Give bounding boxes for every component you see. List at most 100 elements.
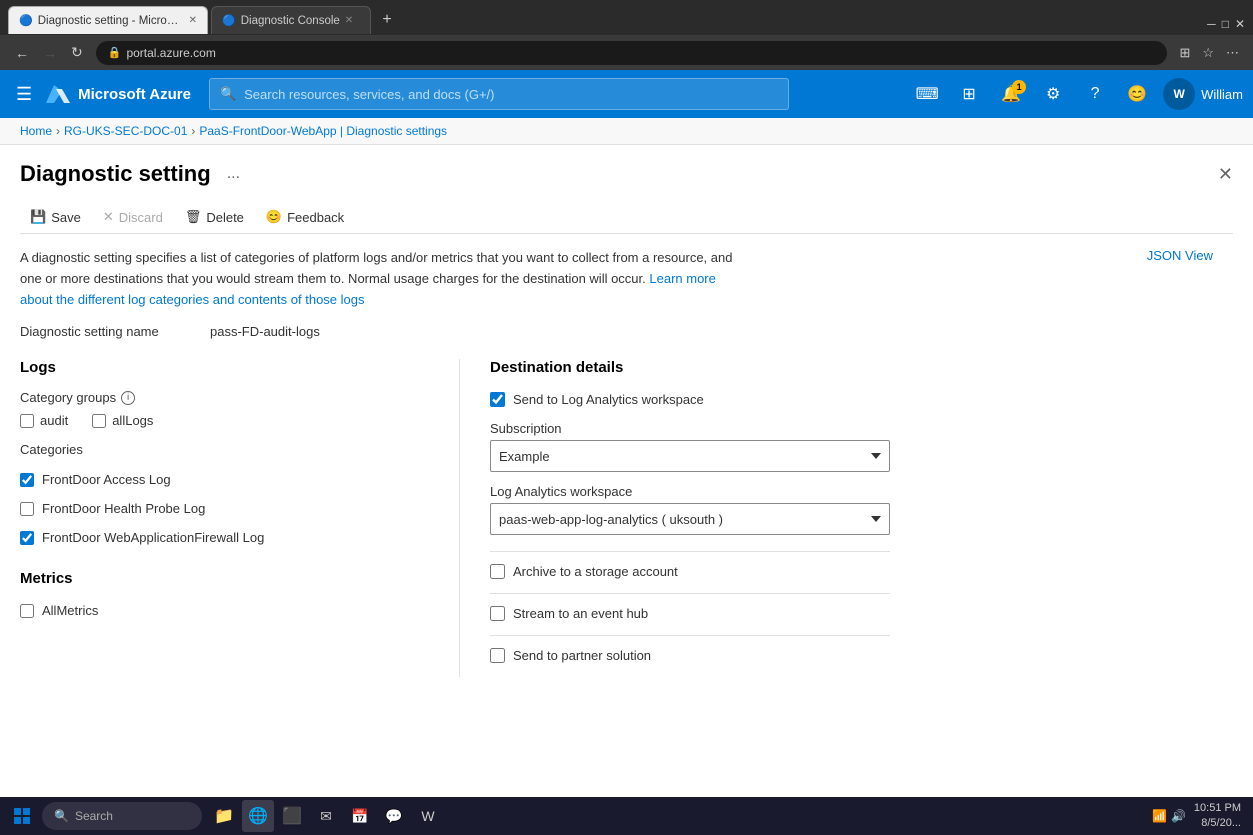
json-view-link[interactable]: JSON View (1147, 248, 1213, 263)
save-button[interactable]: 💾 Save (20, 205, 91, 229)
volume-icon[interactable]: 🔊 (1171, 809, 1186, 823)
dest-event-hub[interactable]: Stream to an event hub (490, 606, 1233, 621)
checkbox-storage[interactable] (490, 564, 505, 579)
checkbox-event-hub[interactable] (490, 606, 505, 621)
categories-section: Categories FrontDoor Access Log FrontDoo… (20, 442, 439, 552)
azure-logo-icon (46, 85, 70, 103)
user-profile[interactable]: W William (1163, 78, 1243, 110)
workspace-label: Log Analytics workspace (490, 484, 890, 499)
tab-diagnostic-console[interactable]: 🔵 Diagnostic Console ✕ (211, 6, 371, 34)
category-frontdoor-health[interactable]: FrontDoor Health Probe Log (20, 494, 439, 523)
setting-name-label: Diagnostic setting name (20, 324, 190, 339)
dest-storage[interactable]: Archive to a storage account (490, 564, 1233, 579)
workspace-select[interactable]: paas-web-app-log-analytics ( uksouth ) (490, 503, 890, 535)
clock[interactable]: 10:51 PM 8/5/20... (1194, 801, 1241, 832)
delete-button[interactable]: 🗑 Delete (175, 205, 254, 229)
taskbar-teams[interactable]: 💬 (378, 800, 410, 832)
dest-divider-1 (490, 551, 890, 552)
close-button[interactable]: ✕ (1235, 17, 1245, 31)
feedback-nav-button[interactable]: 😊 (1117, 74, 1157, 114)
tab-favicon: 🔵 (19, 14, 33, 27)
taskbar-word[interactable]: W (412, 800, 444, 832)
subscription-select[interactable]: Example (490, 440, 890, 472)
taskbar-right: 📶 🔊 10:51 PM 8/5/20... (1152, 801, 1249, 832)
hamburger-menu[interactable]: ☰ (10, 80, 38, 109)
browser-settings[interactable]: ⋯ (1222, 43, 1243, 63)
breadcrumb-home[interactable]: Home (20, 124, 52, 138)
taskbar-terminal[interactable]: ⬛ (276, 800, 308, 832)
start-button[interactable] (4, 798, 40, 834)
taskbar-explorer[interactable]: 📁 (208, 800, 240, 832)
checkbox-frontdoor-health[interactable] (20, 502, 34, 516)
taskbar-search-bar[interactable]: 🔍 Search (42, 802, 202, 830)
breadcrumb-rg[interactable]: RG-UKS-SEC-DOC-01 (64, 124, 187, 138)
lock-icon: 🔒 (108, 46, 122, 59)
metrics-title: Metrics (20, 570, 439, 587)
setting-name-row: Diagnostic setting name pass-FD-audit-lo… (20, 324, 1233, 339)
forward-button[interactable]: → (38, 42, 62, 63)
new-tab-button[interactable]: + (374, 7, 400, 33)
category-frontdoor-access[interactable]: FrontDoor Access Log (20, 465, 439, 494)
user-name: William (1201, 87, 1243, 102)
tab-close-icon-2[interactable]: ✕ (345, 15, 353, 26)
category-groups-info-icon[interactable]: i (121, 391, 135, 405)
tab-diagnostic-setting[interactable]: 🔵 Diagnostic setting - Microso... ✕ (8, 6, 208, 34)
notifications-wrapper: 🔔 1 (991, 74, 1031, 114)
notifications-button[interactable]: 🔔 (991, 74, 1031, 114)
checkbox-alllogs[interactable]: allLogs (92, 413, 153, 428)
favorites-button[interactable]: ☆ (1198, 43, 1218, 63)
checkbox-log-analytics[interactable] (490, 392, 505, 407)
notification-badge: 1 (1012, 80, 1026, 94)
setting-name-value: pass-FD-audit-logs (210, 324, 320, 339)
reload-button[interactable]: ↻ (66, 42, 88, 63)
metric-allmetrics[interactable]: AllMetrics (20, 597, 439, 624)
back-button[interactable]: ← (10, 42, 34, 63)
help-button[interactable]: ? (1075, 74, 1115, 114)
category-groups-label: Category groups (20, 390, 116, 405)
checkbox-frontdoor-access[interactable] (20, 473, 34, 487)
date-display: 8/5/20... (1194, 816, 1241, 831)
extensions-button[interactable]: ⊞ (1175, 43, 1194, 63)
dest-divider-3 (490, 635, 890, 636)
tab-close-icon[interactable]: ✕ (189, 15, 197, 26)
minimize-button[interactable]: ─ (1207, 17, 1216, 31)
taskbar-calendar[interactable]: 📅 (344, 800, 376, 832)
more-options-button[interactable]: ... (221, 163, 246, 185)
checkbox-audit[interactable]: audit (20, 413, 68, 428)
tab-favicon-2: 🔵 (222, 14, 236, 27)
category-frontdoor-waf[interactable]: FrontDoor WebApplicationFirewall Log (20, 523, 439, 552)
checkbox-partner[interactable] (490, 648, 505, 663)
settings-button[interactable]: ⚙ (1033, 74, 1073, 114)
taskbar-search-icon: 🔍 (54, 809, 69, 823)
checkbox-alllogs-input[interactable] (92, 414, 106, 428)
checkbox-frontdoor-waf[interactable] (20, 531, 34, 545)
taskbar-mail[interactable]: ✉ (310, 800, 342, 832)
taskbar-apps: 📁 🌐 ⬛ ✉ 📅 💬 W (208, 800, 444, 832)
dest-log-analytics[interactable]: Send to Log Analytics workspace (490, 392, 1233, 407)
windows-icon (14, 808, 30, 824)
search-bar[interactable]: 🔍 Search resources, services, and docs (… (209, 78, 789, 110)
discard-button[interactable]: ✕ Discard (93, 205, 173, 229)
logs-section-title: Logs (20, 359, 439, 376)
dest-partner[interactable]: Send to partner solution (490, 648, 1233, 663)
category-groups-section: Category groups i audit allLogs (20, 390, 439, 428)
checkbox-allmetrics[interactable] (20, 604, 34, 618)
info-text: A diagnostic setting specifies a list of… (20, 248, 740, 310)
feedback-button[interactable]: 😊 Feedback (256, 205, 354, 229)
maximize-button[interactable]: □ (1222, 17, 1229, 31)
network-icon[interactable]: 📶 (1152, 809, 1167, 823)
azure-brand-text: Microsoft Azure (78, 86, 191, 103)
taskbar-edge[interactable]: 🌐 (242, 800, 274, 832)
destination-title: Destination details (490, 359, 1233, 376)
save-icon: 💾 (30, 209, 46, 225)
checkbox-audit-input[interactable] (20, 414, 34, 428)
directory-button[interactable]: ⊞ (949, 74, 989, 114)
cloud-shell-button[interactable]: ⌨ (907, 74, 947, 114)
page-title: Diagnostic setting (20, 161, 211, 187)
toolbar: 💾 Save ✕ Discard 🗑 Delete 😊 Feedback (20, 201, 1233, 234)
breadcrumb-resource[interactable]: PaaS-FrontDoor-WebApp | Diagnostic setti… (199, 124, 447, 138)
close-pane-button[interactable]: ✕ (1218, 164, 1233, 185)
address-bar[interactable] (126, 46, 1155, 60)
breadcrumb-sep-2: › (191, 124, 195, 138)
subscription-group: Subscription Example (490, 421, 890, 472)
